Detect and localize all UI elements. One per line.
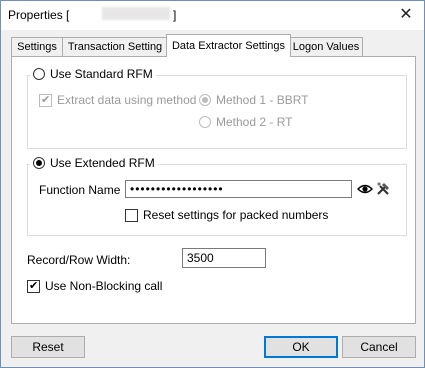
tab-settings[interactable]: Settings — [11, 37, 63, 56]
record-width-label: Record/Row Width: — [27, 253, 131, 267]
ok-button[interactable]: OK — [264, 336, 338, 358]
tab-panel: Use Standard RFM ✔ Extract data using me… — [11, 56, 416, 324]
reset-packed-label: Reset settings for packed numbers — [143, 208, 329, 222]
checkmark-icon: ✔ — [29, 279, 39, 292]
window-title-suffix: ] — [173, 8, 177, 22]
tab-data-extractor-settings[interactable]: Data Extractor Settings — [166, 34, 291, 57]
close-icon: ✕ — [399, 6, 413, 23]
close-button[interactable]: ✕ — [394, 5, 418, 25]
tab-label: Logon Values — [292, 41, 360, 53]
extended-rfm-radio[interactable] — [33, 157, 45, 169]
extract-data-option[interactable]: ✔ Extract data using method — [39, 93, 196, 107]
extended-rfm-option[interactable]: Use Extended RFM — [30, 156, 158, 170]
tab-label: Transaction Setting — [67, 41, 163, 53]
extract-data-checkbox[interactable]: ✔ — [39, 93, 52, 107]
extended-rfm-label: Use Extended RFM — [50, 156, 155, 170]
show-password-button[interactable] — [357, 181, 373, 197]
cancel-button[interactable]: Cancel — [342, 336, 416, 358]
redacted-title-text — [102, 7, 170, 20]
tab-transaction-setting[interactable]: Transaction Setting — [62, 37, 168, 56]
method2-radio[interactable] — [199, 116, 211, 128]
method1-radio[interactable] — [199, 94, 211, 106]
method1-option[interactable]: Method 1 - BBRT — [199, 93, 308, 107]
function-tools-button[interactable] — [375, 181, 391, 197]
tab-logon-values[interactable]: Logon Values — [289, 37, 363, 56]
standard-rfm-option[interactable]: Use Standard RFM — [30, 67, 156, 81]
tab-label: Settings — [17, 41, 57, 53]
extended-rfm-group — [27, 164, 407, 236]
reset-button[interactable]: Reset — [11, 336, 85, 358]
method2-label: Method 2 - RT — [216, 115, 293, 129]
standard-rfm-group — [27, 75, 407, 149]
properties-dialog: Properties [ ] ✕ Settings Transaction Se… — [0, 0, 425, 368]
tools-icon — [377, 182, 389, 195]
tab-label: Data Extractor Settings — [171, 40, 286, 52]
method1-label: Method 1 - BBRT — [216, 93, 309, 107]
checkmark-icon: ✔ — [41, 93, 51, 106]
nonblocking-label: Use Non-Blocking call — [45, 279, 163, 293]
method2-option[interactable]: Method 2 - RT — [199, 115, 292, 129]
record-width-input[interactable]: 3500 — [182, 248, 266, 268]
standard-rfm-radio[interactable] — [33, 68, 45, 80]
window-title: Properties [ — [8, 8, 70, 22]
nonblocking-checkbox[interactable]: ✔ — [27, 279, 40, 293]
eye-icon — [357, 184, 373, 194]
extract-data-label: Extract data using method — [57, 93, 197, 107]
function-name-label: Function Name — [39, 183, 121, 197]
title-bar: Properties [ ] ✕ — [1, 1, 424, 30]
nonblocking-option[interactable]: ✔ Use Non-Blocking call — [27, 279, 162, 293]
reset-packed-option[interactable]: Reset settings for packed numbers — [125, 208, 328, 222]
standard-rfm-label: Use Standard RFM — [50, 67, 153, 81]
function-name-input[interactable]: •••••••••••••••••• — [125, 180, 352, 198]
reset-packed-checkbox[interactable] — [125, 208, 138, 222]
